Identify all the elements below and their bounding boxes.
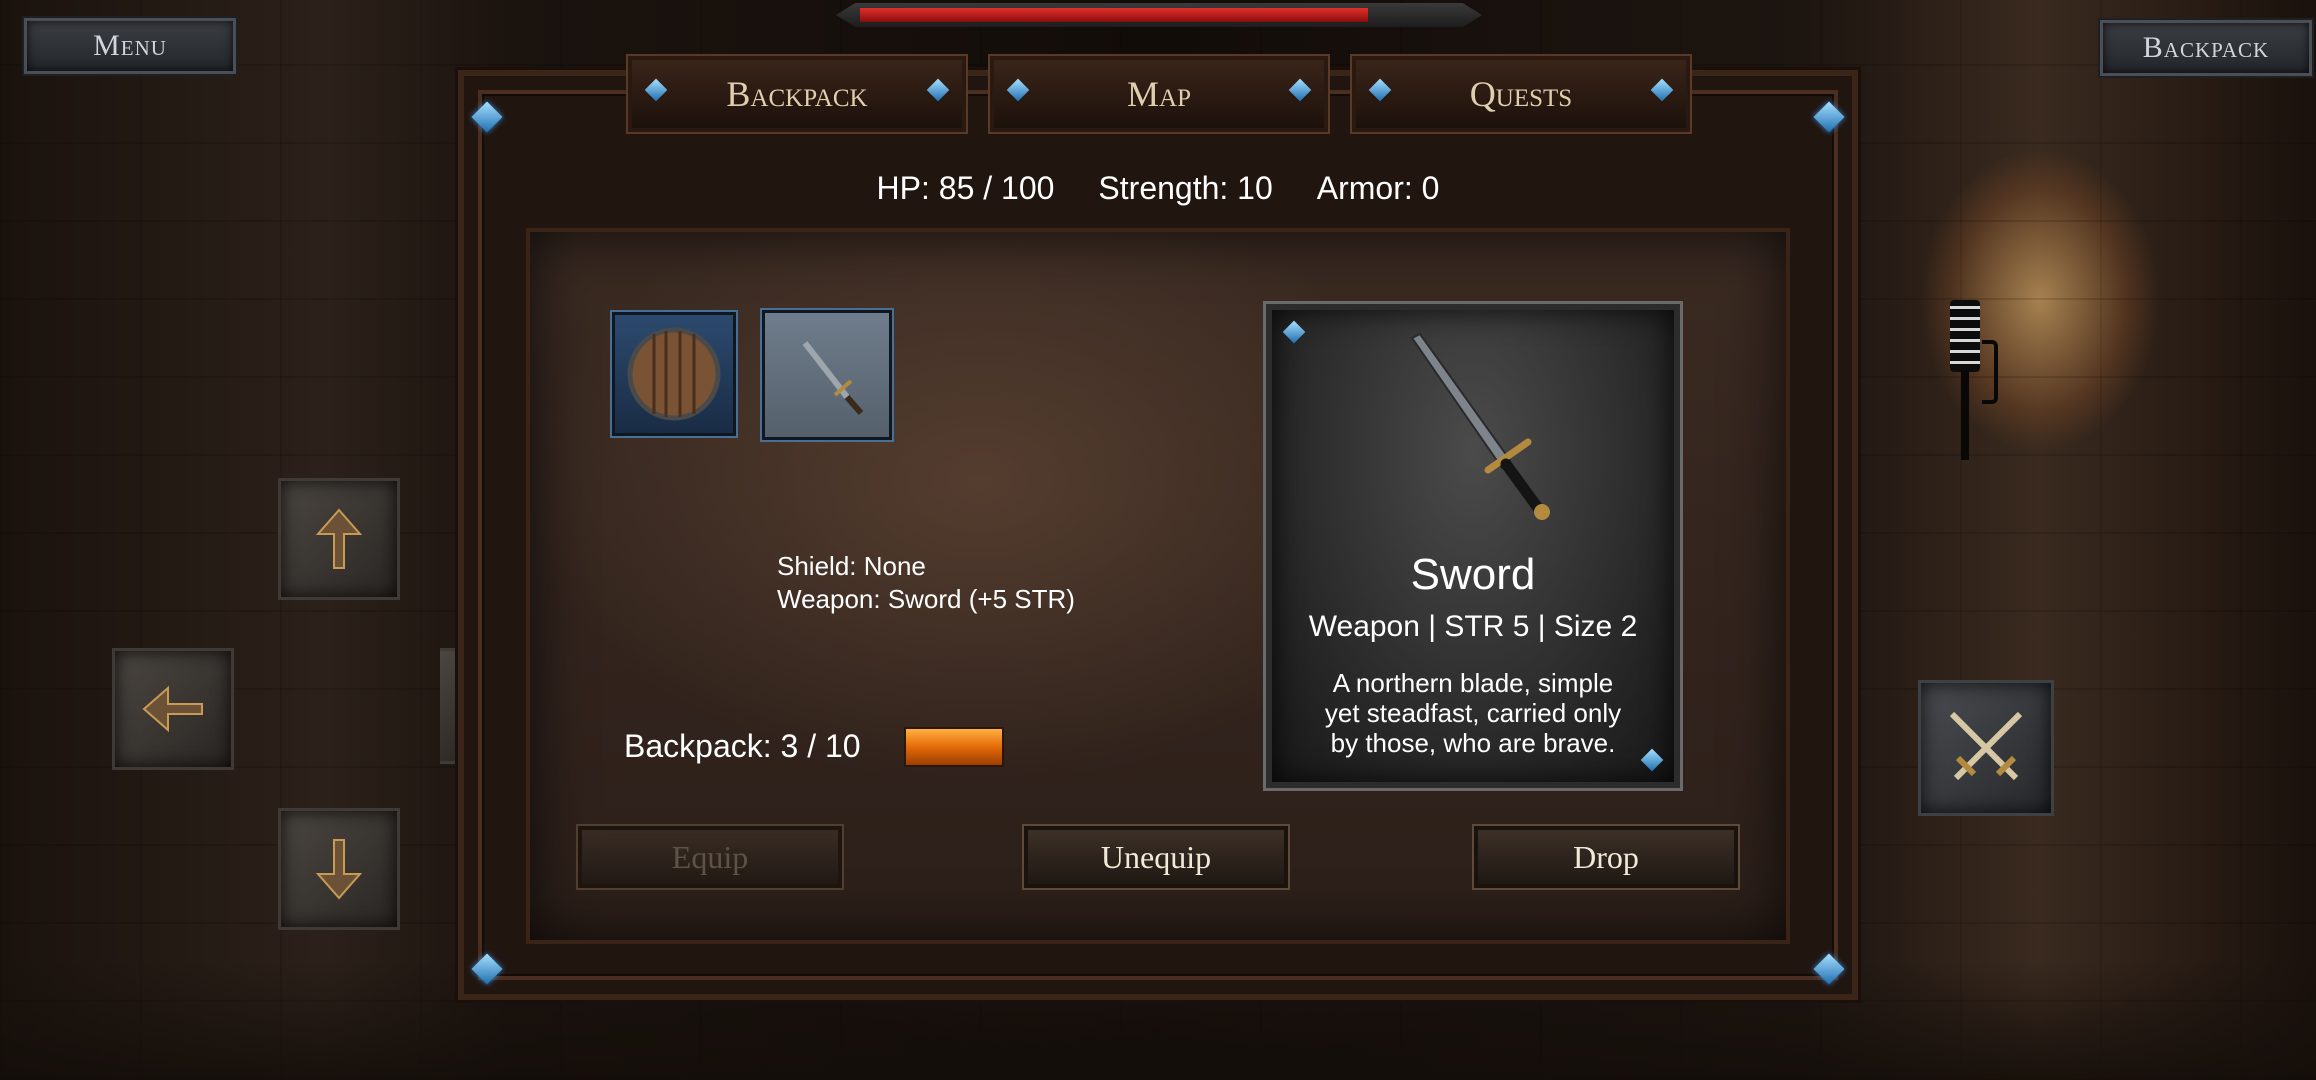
capacity-bar-fill: [906, 729, 1002, 765]
turn-left-button[interactable]: [112, 648, 234, 770]
tab-backpack[interactable]: Backpack: [626, 54, 968, 134]
health-bar-fill: [860, 8, 1369, 22]
tab-label: Quests: [1469, 74, 1573, 114]
arrow-left-icon: [142, 685, 203, 733]
torch-stick: [1961, 370, 1969, 460]
gem-ornament-icon: [1368, 78, 1392, 102]
wooden-shield-icon: [627, 327, 721, 421]
move-forward-button[interactable]: [278, 478, 400, 600]
wall-torch: [1950, 300, 1998, 460]
equipped-summary: Shield: None Weapon: Sword (+5 STR): [777, 550, 1075, 616]
backpack-capacity-bar: [904, 727, 1004, 767]
tab-label: Backpack: [726, 74, 868, 114]
drop-button[interactable]: Drop: [1472, 824, 1740, 890]
gem-ornament-icon: [1650, 78, 1674, 102]
tab-map[interactable]: Map: [988, 54, 1330, 134]
torch-bracket: [1982, 340, 1998, 404]
item-description: A northern blade, simple yet steadfast, …: [1324, 668, 1622, 758]
menu-button[interactable]: Menu: [22, 16, 238, 76]
item-meta: Weapon | STR 5 | Size 2: [1308, 610, 1638, 643]
backpack-button[interactable]: Backpack: [2098, 18, 2314, 78]
arrow-up-icon: [315, 508, 363, 569]
gem-ornament-icon: [926, 78, 950, 102]
gem-ornament-icon: [1288, 78, 1312, 102]
unequip-button[interactable]: Unequip: [1022, 824, 1290, 890]
gem-ornament-icon: [1282, 320, 1306, 344]
sword-icon: [802, 341, 864, 415]
crossed-swords-icon: [1949, 711, 2023, 781]
strength-stat: Strength: 10: [1098, 170, 1273, 206]
sword-icon: [1410, 332, 1550, 520]
item-name: Sword: [1410, 550, 1536, 599]
attack-button[interactable]: [1918, 680, 2054, 816]
armor-stat: Armor: 0: [1316, 170, 1440, 206]
equipped-weapon: Weapon: Sword (+5 STR): [777, 584, 1075, 614]
tab-quests[interactable]: Quests: [1350, 54, 1692, 134]
gem-ornament-icon: [1006, 78, 1030, 102]
enemy-health-bar: [836, 3, 1482, 27]
torch-head: [1950, 300, 1980, 372]
move-back-button[interactable]: [278, 808, 400, 930]
gem-ornament-icon: [644, 78, 668, 102]
player-stats: HP: 85 / 100 Strength: 10 Armor: 0: [458, 170, 1858, 207]
equip-button[interactable]: Equip: [576, 824, 844, 890]
item-detail-card: Sword Weapon | STR 5 | Size 2 A northern…: [1263, 301, 1683, 791]
inventory-slot-shield[interactable]: [610, 310, 738, 438]
equipped-shield: Shield: None: [777, 551, 926, 581]
hp-stat: HP: 85 / 100: [876, 170, 1055, 206]
gem-ornament-icon: [1640, 748, 1664, 772]
backpack-capacity-label: Backpack: 3 / 10: [624, 728, 861, 764]
tab-label: Map: [1127, 74, 1191, 114]
inventory-slot-sword[interactable]: [760, 308, 894, 442]
arrow-down-icon: [315, 839, 363, 900]
